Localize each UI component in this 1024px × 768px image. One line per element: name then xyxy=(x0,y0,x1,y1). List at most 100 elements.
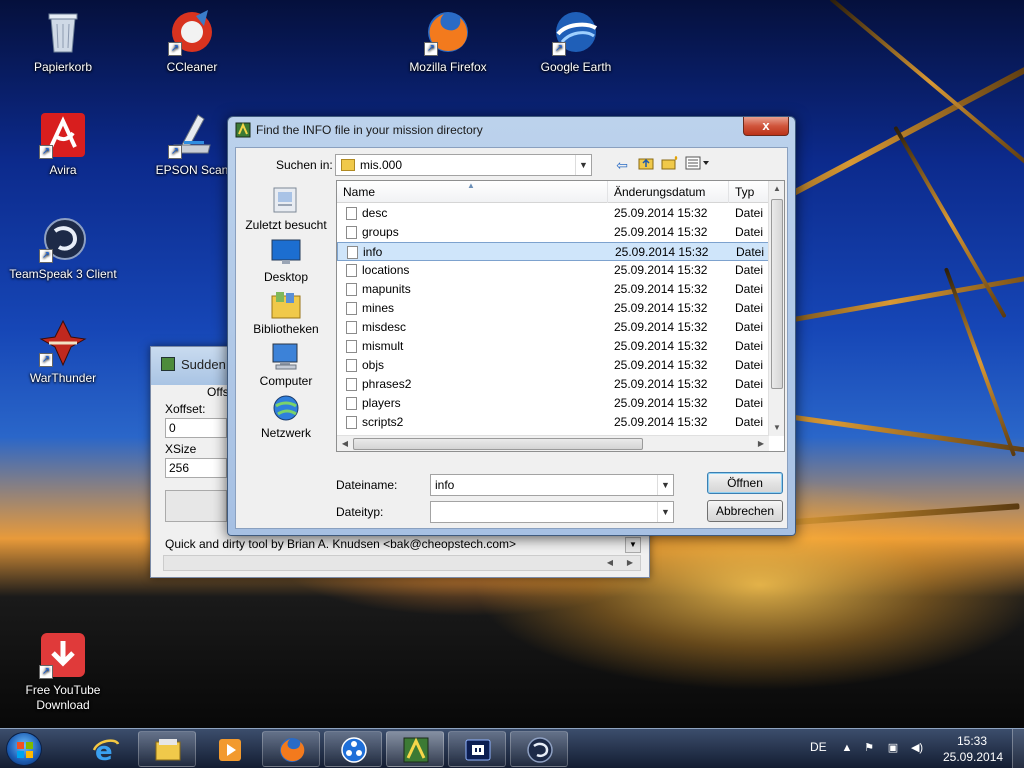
xoffset-input[interactable]: 0 xyxy=(165,418,227,438)
dialog-client-area: Suchen in: mis.000 ▼ ⇦ Zuletzt besucht D… xyxy=(235,147,788,529)
file-row[interactable]: scripts2 25.09.2014 15:32 Datei xyxy=(337,413,769,432)
filetype-combobox[interactable]: ▼ xyxy=(430,501,674,523)
file-icon xyxy=(346,302,357,315)
scroll-right-icon[interactable]: ▶ xyxy=(753,436,769,451)
file-type: Datei xyxy=(736,245,765,259)
start-button[interactable] xyxy=(6,732,42,766)
file-row[interactable]: players 25.09.2014 15:32 Datei xyxy=(337,394,769,413)
taskbar-firefox[interactable] xyxy=(262,731,320,767)
desktop-icon-warthunder[interactable]: ↗ WarThunder xyxy=(8,319,118,386)
find-info-file-dialog[interactable]: Find the INFO file in your mission direc… xyxy=(227,116,796,536)
file-type: Datei xyxy=(735,358,764,372)
file-row[interactable]: objs 25.09.2014 15:32 Datei xyxy=(337,356,769,375)
scroll-up-icon[interactable]: ▲ xyxy=(769,181,784,197)
windows-logo-icon xyxy=(17,742,33,758)
file-row[interactable]: mapunits 25.09.2014 15:32 Datei xyxy=(337,280,769,299)
file-row[interactable]: mines 25.09.2014 15:32 Datei xyxy=(337,299,769,318)
taskbar-app-plug[interactable] xyxy=(448,731,506,767)
place-libraries[interactable]: Bibliotheken xyxy=(240,290,332,336)
cancel-button[interactable]: Abbrechen xyxy=(707,500,783,522)
taskbar-teamspeak[interactable] xyxy=(510,731,568,767)
file-row[interactable]: groups 25.09.2014 15:32 Datei xyxy=(337,223,769,242)
chevron-down-icon[interactable]: ▼ xyxy=(575,155,591,175)
file-type: Datei xyxy=(735,396,764,410)
file-row[interactable]: info 25.09.2014 15:32 Datei xyxy=(337,242,769,261)
file-date: 25.09.2014 15:32 xyxy=(614,396,708,410)
column-type[interactable]: Typ xyxy=(729,181,769,203)
volume-icon[interactable]: ◀) xyxy=(910,741,924,755)
desktop-icon-teamspeak[interactable]: ↗ TeamSpeak 3 Client xyxy=(8,215,118,282)
lookin-combobox[interactable]: mis.000 ▼ xyxy=(335,154,592,176)
file-type: Datei xyxy=(735,320,764,334)
file-name: mines xyxy=(362,301,395,315)
desktop-icon-free-youtube-download[interactable]: ↗ Free YouTube Download xyxy=(8,631,118,713)
desktop-icon-google-earth[interactable]: ↗ Google Earth xyxy=(521,8,631,75)
bg-window-button[interactable] xyxy=(165,490,227,522)
dialog-titlebar[interactable]: Find the INFO file in your mission direc… xyxy=(228,117,795,143)
up-folder-icon[interactable] xyxy=(636,156,656,174)
close-button[interactable]: x xyxy=(743,117,789,136)
file-date: 25.09.2014 15:32 xyxy=(614,206,708,220)
place-network[interactable]: Netzwerk xyxy=(240,394,332,440)
taskbar-internet-explorer[interactable]: e xyxy=(76,731,134,767)
desktop-icon-firefox[interactable]: ↗ Mozilla Firefox xyxy=(393,8,503,75)
clock-date[interactable]: 25.09.2014 xyxy=(943,750,1003,764)
file-type: Datei xyxy=(735,206,764,220)
taskbar: e DE ▲ ⚑ ▣ ◀) 15:33 25.09.2014 xyxy=(0,728,1024,768)
file-list[interactable]: Name ▲ Änderungsdatum Typ desc 25.09.2014… xyxy=(336,180,785,452)
file-row[interactable]: mismult 25.09.2014 15:32 Datei xyxy=(337,337,769,356)
status-dropdown-arrow[interactable]: ▼ xyxy=(625,537,641,553)
file-icon xyxy=(346,416,357,429)
taskbar-app-circles[interactable] xyxy=(324,731,382,767)
file-icon xyxy=(347,246,358,259)
ccleaner-icon: ↗ xyxy=(168,8,216,56)
filename-combobox[interactable]: info ▼ xyxy=(430,474,674,496)
file-row[interactable]: phrases2 25.09.2014 15:32 Datei xyxy=(337,375,769,394)
places-bar: Zuletzt besucht Desktop Bibliotheken Com… xyxy=(240,180,332,440)
chevron-down-icon[interactable]: ▼ xyxy=(657,475,673,495)
view-menu-icon[interactable] xyxy=(684,156,710,174)
avira-icon: ↗ xyxy=(39,111,87,159)
file-icon xyxy=(346,397,357,410)
desktop-icon-label: CCleaner xyxy=(166,60,218,74)
back-arrow-icon[interactable]: ⇦ xyxy=(612,156,632,174)
file-name: mapunits xyxy=(362,282,411,296)
new-folder-icon[interactable] xyxy=(660,156,680,174)
desktop-icon-ccleaner[interactable]: ↗ CCleaner xyxy=(137,8,247,75)
place-desktop[interactable]: Desktop xyxy=(240,238,332,284)
desktop-icon-papierkorb[interactable]: Papierkorb xyxy=(8,8,118,75)
place-computer[interactable]: Computer xyxy=(240,342,332,388)
file-row[interactable]: desc 25.09.2014 15:32 Datei xyxy=(337,204,769,223)
action-center-flag-icon[interactable]: ⚑ xyxy=(862,741,876,755)
taskbar-explorer[interactable] xyxy=(138,731,196,767)
show-hidden-icons-icon[interactable]: ▲ xyxy=(840,741,854,755)
scanner-icon: ↗ xyxy=(168,111,216,159)
taskbar-media-player[interactable] xyxy=(200,731,258,767)
taskbar-sudden-strike-tool[interactable] xyxy=(386,731,444,767)
file-row[interactable]: misdesc 25.09.2014 15:32 Datei xyxy=(337,318,769,337)
column-date[interactable]: Änderungsdatum xyxy=(608,181,729,203)
scroll-right-icon[interactable]: ▶ xyxy=(622,555,638,571)
scroll-left-icon[interactable]: ◀ xyxy=(337,436,353,451)
file-rows: desc 25.09.2014 15:32 Datei groups 25.09.201… xyxy=(337,204,769,451)
file-name: misdesc xyxy=(362,320,407,334)
desktop-icon-avira[interactable]: ↗ Avira xyxy=(8,111,118,178)
chevron-down-icon[interactable]: ▼ xyxy=(657,502,673,522)
network-status-icon[interactable]: ▣ xyxy=(886,741,900,755)
horizontal-scrollbar[interactable]: ◀ ▶ xyxy=(337,435,769,451)
file-icon xyxy=(346,359,357,372)
bg-window-horizontal-scrollbar[interactable]: ▶ ◀ xyxy=(163,555,641,571)
xsize-input[interactable]: 256 xyxy=(165,458,227,478)
place-recent[interactable]: Zuletzt besucht xyxy=(240,186,332,232)
show-desktop-button[interactable] xyxy=(1012,729,1024,768)
language-indicator[interactable]: DE xyxy=(810,740,827,754)
clock-time[interactable]: 15:33 xyxy=(957,734,987,748)
open-button[interactable]: Öffnen xyxy=(707,472,783,494)
horizontal-scroll-thumb[interactable] xyxy=(353,438,643,450)
shortcut-arrow-icon: ↗ xyxy=(168,145,182,159)
file-row[interactable]: locations 25.09.2014 15:32 Datei xyxy=(337,261,769,280)
scroll-down-icon[interactable]: ▼ xyxy=(769,420,784,436)
vertical-scrollbar[interactable]: ▲ ▼ xyxy=(768,181,784,436)
vertical-scroll-thumb[interactable] xyxy=(771,199,783,389)
scroll-left-icon[interactable]: ◀ xyxy=(602,555,618,571)
